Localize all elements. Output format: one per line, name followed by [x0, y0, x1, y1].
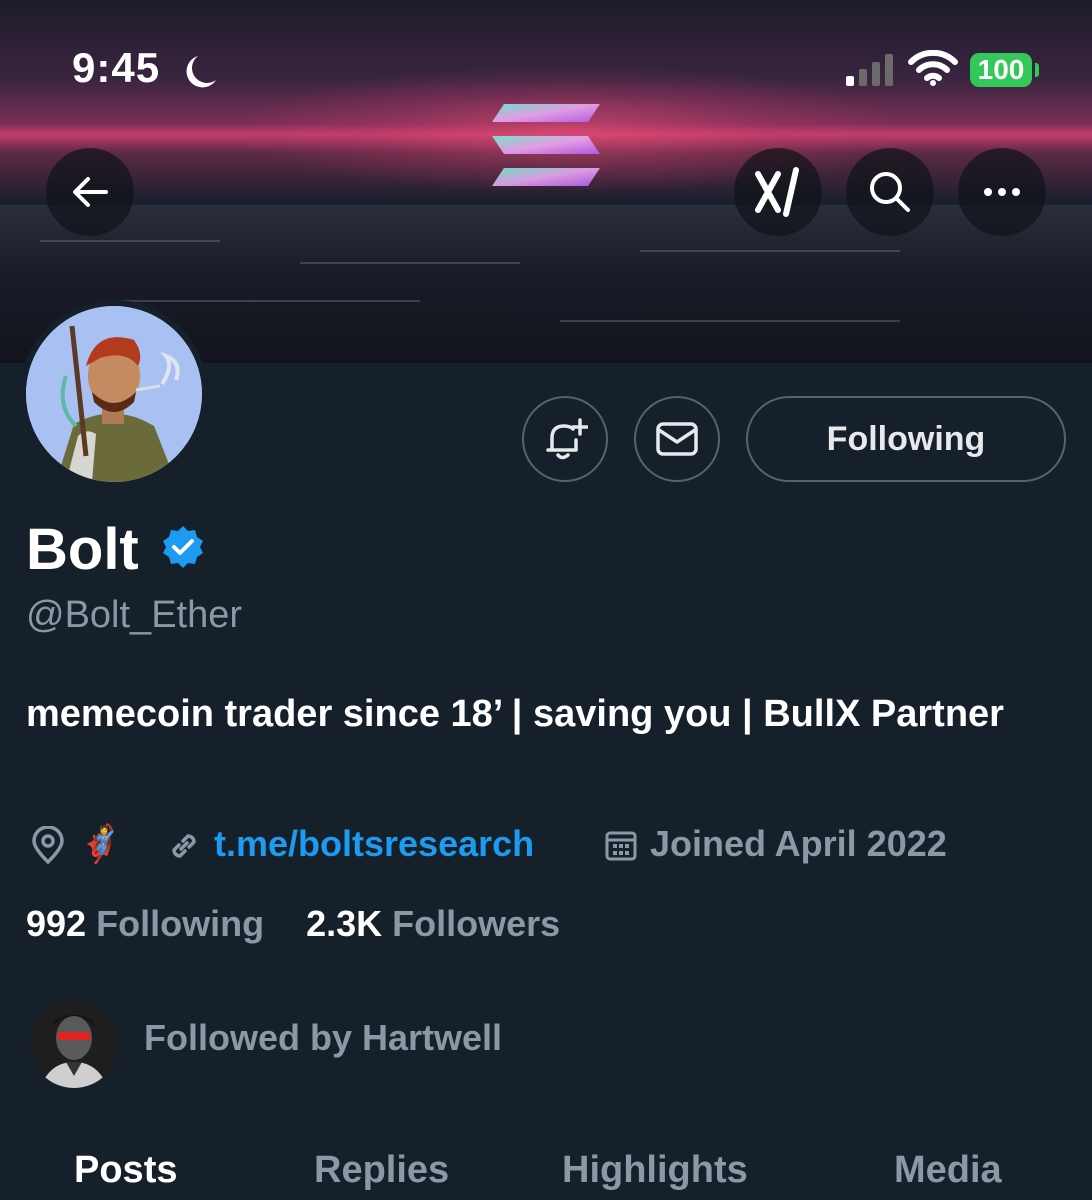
more-icon	[984, 188, 1020, 196]
joined-date: Joined April 2022	[650, 823, 947, 864]
banner-wave	[640, 250, 900, 252]
profile-name: Bolt	[26, 517, 139, 582]
profile-link[interactable]: t.me/boltsresearch	[214, 818, 534, 870]
link-icon	[172, 834, 196, 858]
message-button[interactable]	[634, 396, 720, 482]
status-bar: 9:45 100	[0, 0, 1092, 140]
banner-wave	[40, 240, 220, 242]
calendar-icon	[605, 831, 637, 861]
signal-icon	[846, 54, 893, 86]
grok-button[interactable]	[734, 148, 822, 236]
search-icon	[870, 172, 910, 212]
profile-meta-row: 🦸 t.me/boltsresearch Joined April 2022	[26, 818, 1076, 870]
notify-button[interactable]	[522, 396, 608, 482]
battery-cap	[1035, 63, 1039, 77]
wifi-icon	[908, 50, 958, 86]
banner-wave	[120, 300, 420, 302]
search-button[interactable]	[846, 148, 934, 236]
following-button[interactable]: Following	[746, 396, 1066, 482]
profile-handle: @Bolt_Ether	[26, 594, 243, 636]
status-time: 9:45	[72, 44, 161, 91]
profile-stats: 992 Following 2.3K Followers	[26, 900, 560, 948]
tab-highlights[interactable]: Highlights	[562, 1146, 748, 1194]
back-button[interactable]	[46, 148, 134, 236]
followers-label: Followers	[392, 903, 561, 944]
profile-avatar[interactable]	[20, 300, 208, 488]
more-button[interactable]	[958, 148, 1046, 236]
tab-media[interactable]: Media	[894, 1146, 1002, 1194]
followers-count: 2.3K	[306, 903, 383, 944]
following-count: 992	[26, 903, 87, 944]
banner-wave	[560, 320, 900, 322]
battery-icon: 100	[970, 53, 1032, 87]
following-label: Following	[96, 903, 265, 944]
followed-by-text[interactable]: Followed by Hartwell	[144, 1016, 502, 1060]
tab-posts[interactable]: Posts	[74, 1146, 177, 1194]
message-envelope-icon	[656, 422, 698, 456]
tab-replies[interactable]: Replies	[314, 1146, 449, 1194]
location-text: 🦸	[78, 823, 123, 864]
back-arrow-icon	[73, 177, 108, 207]
xai-grok-icon	[755, 167, 799, 217]
follower-avatar[interactable]	[30, 1000, 118, 1088]
avatar-illustration	[26, 306, 202, 482]
followers-stat[interactable]: 2.3K Followers	[306, 903, 560, 944]
location-icon	[32, 826, 64, 864]
notification-bell-plus-icon	[546, 418, 588, 460]
profile-bio: memecoin trader since 18’ | saving you |…	[26, 693, 1004, 735]
banner-wave	[300, 262, 520, 264]
following-stat[interactable]: 992 Following	[26, 903, 274, 944]
verified-badge-icon[interactable]	[160, 524, 206, 570]
moon-icon	[186, 56, 216, 88]
avatar-image	[26, 306, 202, 482]
follower-avatar-image	[30, 1000, 118, 1088]
